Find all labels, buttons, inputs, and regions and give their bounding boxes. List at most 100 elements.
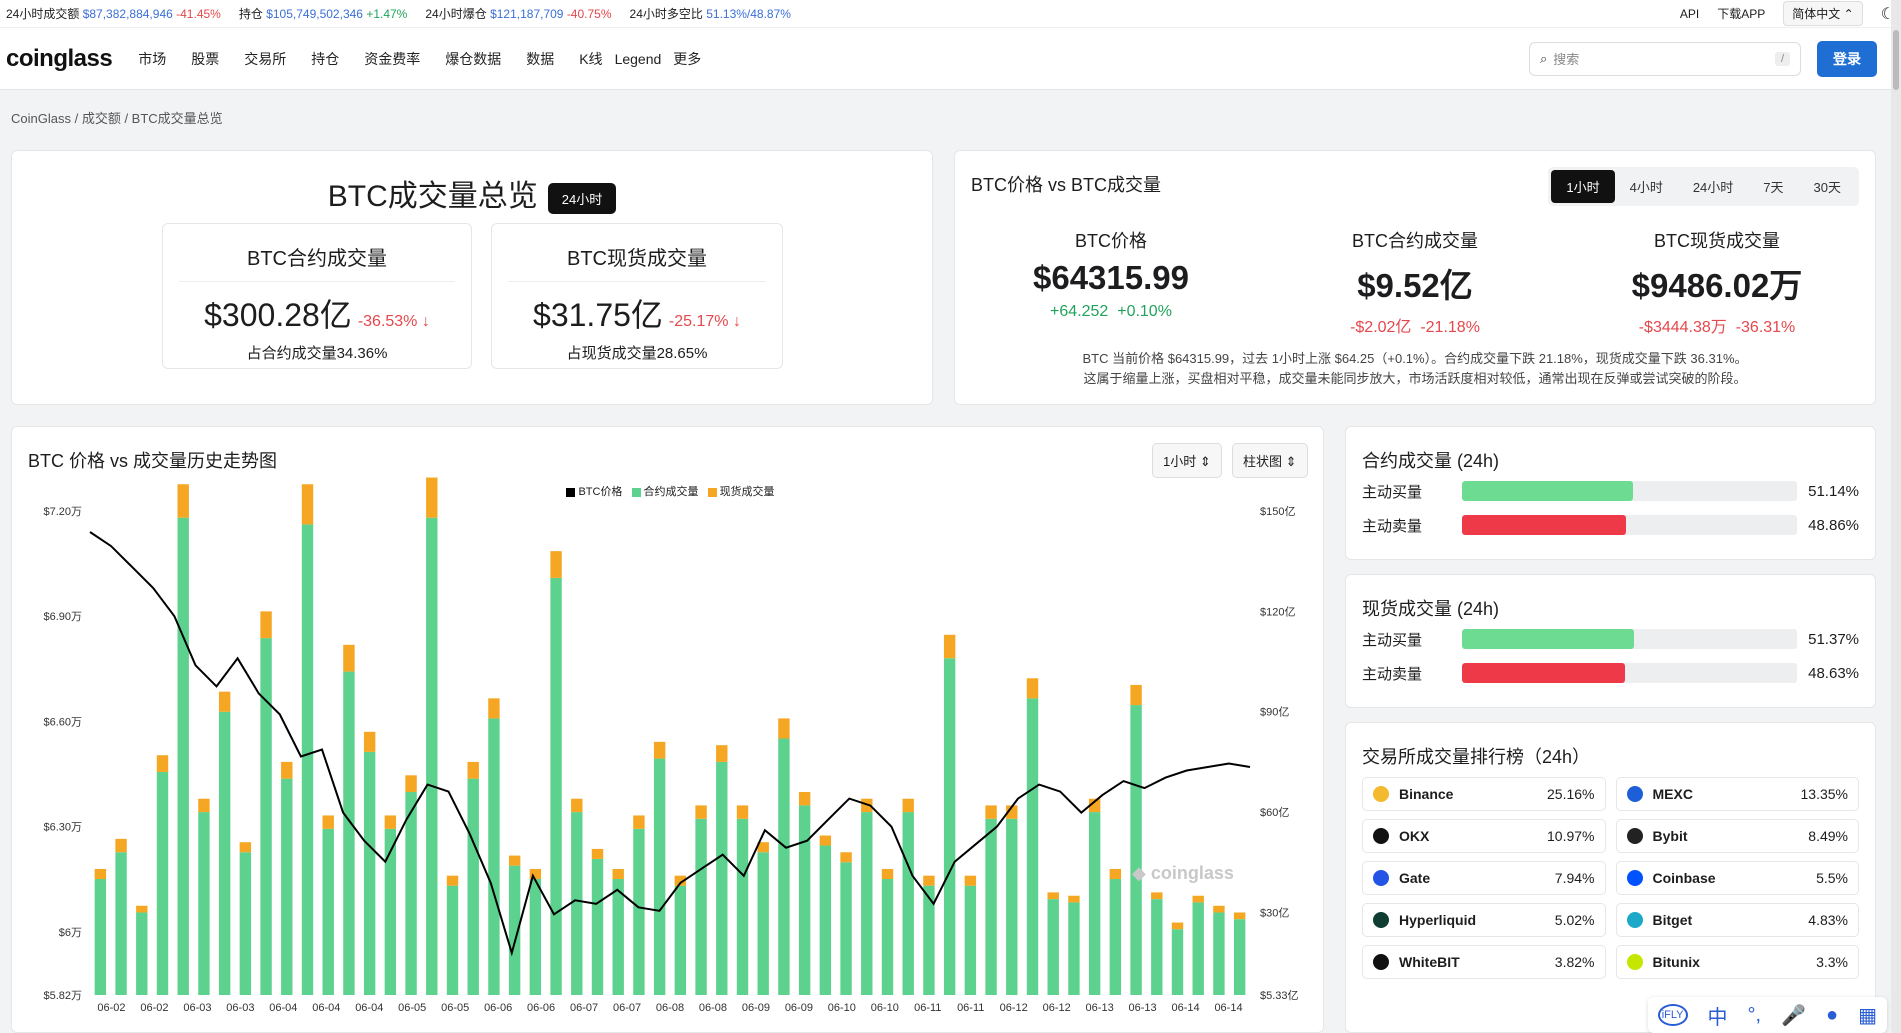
download-app-link[interactable]: 下载APP	[1717, 5, 1765, 22]
spot-volume-card: BTC现货成交量 $31.75亿 -25.17% ↓ 占现货成交量28.65%	[491, 223, 783, 369]
coinbase-icon	[1626, 870, 1643, 886]
breadcrumb-volume[interactable]: 成交额	[82, 111, 121, 126]
exchange-item-okx[interactable]: OKX 10.97%	[1362, 819, 1606, 853]
top-ticker: 24小时成交额 $87,382,884,946 -41.45% 持仓 $105,…	[0, 0, 1901, 28]
exchange-item-binance[interactable]: Binance 25.16%	[1362, 777, 1606, 811]
spot-volume-bar	[136, 905, 148, 913]
nav-liquidations[interactable]: 爆仓数据	[445, 49, 501, 69]
ifly-icon[interactable]: iFLY	[1657, 1004, 1688, 1026]
y-left-tick-label: $7.20万	[43, 506, 82, 518]
exchange-name: Binance	[1399, 786, 1454, 802]
futures-volume-bar	[363, 751, 376, 995]
x-tick-label: 06-13	[1129, 1002, 1157, 1014]
nav-open-interest[interactable]: 持仓	[311, 49, 339, 69]
login-button[interactable]: 登录	[1817, 40, 1877, 77]
tab-24h[interactable]: 24小时	[1678, 170, 1748, 203]
ticker-long-short-ratio: 24小时多空比 51.13%/48.87%	[629, 7, 791, 21]
futures-volume-bar	[550, 577, 562, 995]
spot-volume-bar	[840, 852, 852, 863]
nav-funding-rate[interactable]: 资金费率	[364, 49, 420, 69]
price-volume-description: BTC 当前价格 $64315.99，过去 1小时上涨 $64.25（+0.1%…	[1082, 351, 1748, 386]
exchange-name: OKX	[1399, 828, 1430, 844]
x-tick-label: 06-09	[742, 1002, 770, 1014]
nav-stocks[interactable]: 股票	[191, 49, 219, 69]
spot-volume-bar	[488, 698, 500, 719]
x-tick-label: 06-08	[699, 1002, 727, 1014]
user-icon[interactable]: ●	[1826, 1004, 1838, 1027]
futures-volume-bar	[778, 738, 790, 995]
futures-volume-bar	[798, 805, 811, 995]
spot-taker-title: 现货成交量 (24h)	[1362, 599, 1500, 619]
exchange-item-bitget[interactable]: Bitget 4.83%	[1615, 903, 1859, 937]
spot-volume-bar	[612, 868, 624, 880]
chinese-mode-icon[interactable]: 中	[1708, 1001, 1728, 1030]
spot-volume-bar	[923, 875, 935, 886]
breadcrumb-home[interactable]: CoinGlass	[11, 111, 71, 126]
exchange-item-bybit[interactable]: Bybit 8.49%	[1615, 819, 1859, 853]
nav-market[interactable]: 市场	[138, 49, 166, 69]
exchange-share: 13.35%	[1800, 786, 1848, 802]
bitunix-icon	[1626, 954, 1643, 970]
x-tick-label: 06-06	[484, 1002, 512, 1014]
x-tick-label: 06-02	[97, 1002, 125, 1014]
nav-exchanges[interactable]: 交易所	[244, 49, 286, 69]
timeframe-badge[interactable]: 24小时	[547, 182, 617, 214]
exchange-item-mexc[interactable]: MEXC 13.35%	[1615, 777, 1859, 811]
exchange-share: 5.5%	[1816, 870, 1848, 886]
futures-volume-bar	[591, 858, 604, 995]
futures-volume-bar	[426, 517, 438, 995]
exchange-item-bitunix[interactable]: Bitunix 3.3%	[1615, 945, 1859, 979]
y-right-tick-label: $90亿	[1260, 706, 1289, 719]
microphone-icon[interactable]: 🎤	[1781, 1003, 1806, 1028]
api-link[interactable]: API	[1680, 7, 1699, 21]
arrow-down-icon: ↓	[421, 313, 430, 330]
spot-volume-bar	[301, 484, 314, 525]
exchange-item-gate[interactable]: Gate 7.94%	[1362, 861, 1606, 895]
tab-30d[interactable]: 30天	[1799, 170, 1856, 203]
ticker-liquidation: 24小时爆仓 $121,187,709 -40.75%	[425, 7, 612, 21]
x-tick-label: 06-07	[613, 1002, 641, 1014]
futures-volume-bar	[136, 912, 148, 995]
nav-data[interactable]: 数据	[526, 49, 554, 69]
spot-volume-bar	[508, 855, 521, 866]
spot-taker-sell-row: 主动卖量 48.63%	[1362, 663, 1859, 683]
search-input[interactable]: ⌕ 搜索 /	[1529, 41, 1801, 76]
exchange-share: 5.02%	[1554, 912, 1595, 928]
history-chart[interactable]: $7.20万 $6.90万 $6.60万 $6.30万 $6万 $5.82万 $150亿 $1…	[12, 471, 1323, 1031]
x-tick-label: 06-10	[871, 1002, 899, 1014]
watermark-logo: ◆ coinglass	[1132, 863, 1234, 883]
x-tick-label: 06-09	[785, 1002, 813, 1014]
nav-more[interactable]: 更多	[673, 49, 701, 69]
nav-kline[interactable]: K线	[579, 49, 602, 69]
tab-4h[interactable]: 4小时	[1615, 170, 1678, 203]
page-scrollbar[interactable]	[1891, 0, 1901, 1033]
spot-volume-bar	[633, 815, 645, 829]
tab-1h[interactable]: 1小时	[1551, 170, 1615, 203]
exchange-item-whitebit[interactable]: WhiteBIT 3.82%	[1362, 945, 1606, 979]
punctuation-icon[interactable]: °,	[1748, 1004, 1762, 1027]
spot-volume-bar	[819, 835, 832, 846]
y-right-tick-label: $5.33亿	[1260, 989, 1299, 1002]
logo[interactable]: coinglass	[6, 45, 113, 73]
exchange-share: 3.82%	[1554, 954, 1595, 970]
spot-volume-bar	[985, 805, 997, 819]
x-tick-label: 06-04	[355, 1002, 383, 1014]
language-select[interactable]: 简体中文 ⌃	[1783, 1, 1863, 26]
exchange-item-coinbase[interactable]: Coinbase 5.5%	[1615, 861, 1859, 895]
search-shortcut: /	[1774, 51, 1790, 66]
exchange-rank-card: 交易所成交量排行榜（24h） Binance 25.16% MEXC 13.35% OK…	[1345, 722, 1876, 1033]
futures-volume-bar	[467, 778, 479, 995]
exchange-item-hyperliquid[interactable]: Hyperliquid 5.02%	[1362, 903, 1606, 937]
spot-volume-bar	[218, 691, 231, 712]
y-left-tick-label: $6万	[59, 927, 82, 939]
futures-volume-title: BTC合约成交量	[179, 242, 455, 282]
grid-icon[interactable]: ▦	[1858, 1003, 1877, 1028]
futures-volume-bar	[1026, 698, 1039, 995]
tab-7d[interactable]: 7天	[1748, 170, 1798, 203]
nav-legend[interactable]: Legend	[615, 51, 662, 67]
spot-volume-bar	[1213, 905, 1225, 913]
futures-volume-bar	[198, 812, 210, 995]
spot-volume-bar	[405, 775, 417, 793]
exchange-share: 8.49%	[1808, 828, 1848, 844]
exchange-name: Coinbase	[1652, 870, 1716, 886]
